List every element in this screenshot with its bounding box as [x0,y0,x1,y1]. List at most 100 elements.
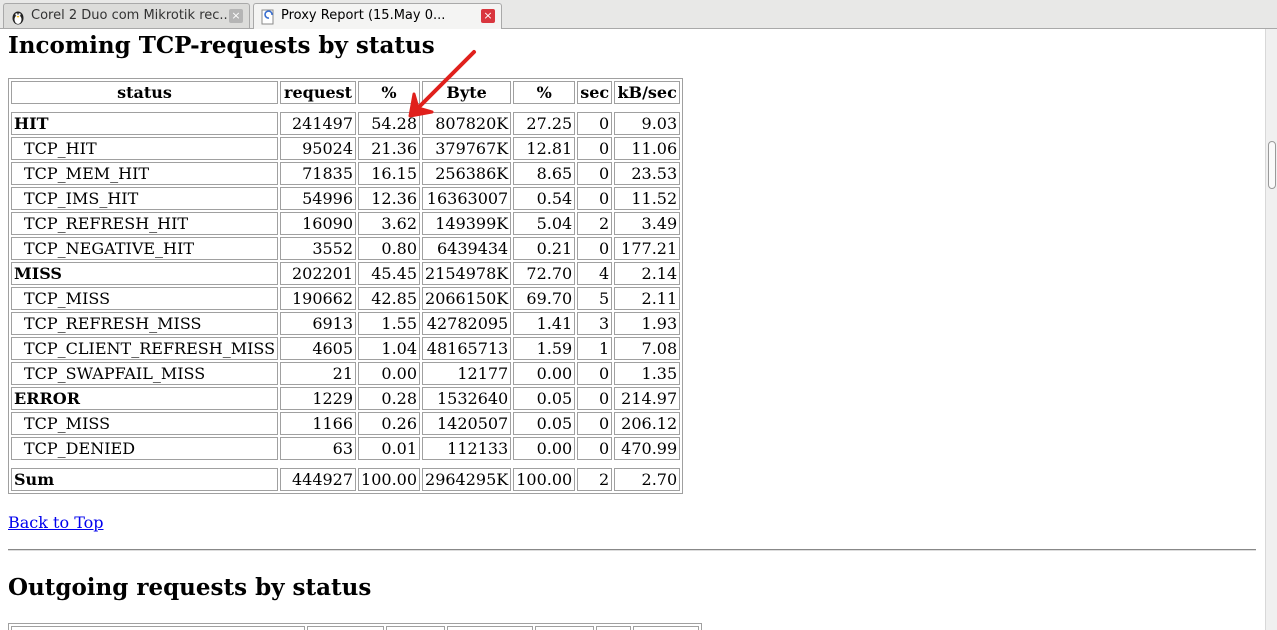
scrollbar-thumb[interactable] [1268,141,1276,189]
byte-pct-cell: 5.04 [513,212,576,235]
tab-label: Proxy Report (15.May 0... [281,8,446,23]
byte-pct-cell: 0.05 [513,387,576,410]
kbsec-cell: 1.93 [614,312,681,335]
byte-cell: 379767K [422,137,512,160]
request-pct-cell: 54.28 [358,112,421,135]
col-header-byte-pct: % [513,81,576,104]
sec-cell: 0 [577,387,613,410]
status-cell: TCP_REFRESH_HIT [11,212,279,235]
sum-sec-cell: 2 [577,468,613,491]
request-pct-cell: 0.01 [358,437,421,460]
request-cell: 95024 [280,137,357,160]
section-title-outgoing: Outgoing requests by status [8,574,372,601]
byte-pct-cell: 12.81 [513,137,576,160]
request-cell: 3552 [280,237,357,260]
kbsec-cell: 214.97 [614,387,681,410]
status-cell: TCP_NEGATIVE_HIT [11,237,279,260]
byte-cell: 807820K [422,112,512,135]
table-row: TCP_HIT 95024 21.36 379767K 12.81 0 11.06 [11,137,681,160]
byte-cell: 42782095 [422,312,512,335]
table-group-row: ERROR 1229 0.28 1532640 0.05 0 214.97 [11,387,681,410]
spacer-row [11,462,680,466]
byte-pct-cell: 27.25 [513,112,576,135]
byte-pct-cell: 0.54 [513,187,576,210]
request-cell: 71835 [280,162,357,185]
byte-cell: 149399K [422,212,512,235]
request-pct-cell: 16.15 [358,162,421,185]
byte-pct-cell: 72.70 [513,262,576,285]
status-cell: TCP_MEM_HIT [11,162,279,185]
section-divider [8,549,1256,551]
sum-request-pct-cell: 100.00 [358,468,421,491]
table-row: TCP_REFRESH_HIT 16090 3.62 149399K 5.04 2 3.49 [11,212,681,235]
request-pct-cell: 42.85 [358,287,421,310]
status-cell: TCP_MISS [11,287,279,310]
close-tab-icon[interactable]: × [481,9,495,23]
request-pct-cell: 0.26 [358,412,421,435]
status-cell: TCP_MISS [11,412,279,435]
status-cell: TCP_CLIENT_REFRESH_MISS [11,337,279,360]
request-cell: 21 [280,362,357,385]
request-pct-cell: 0.00 [358,362,421,385]
sec-cell: 3 [577,312,613,335]
request-cell: 202201 [280,262,357,285]
sec-cell: 0 [577,237,613,260]
col-header-request-pct: % [358,81,421,104]
byte-pct-cell: 0.21 [513,237,576,260]
request-cell: 1166 [280,412,357,435]
table-row: TCP_NEGATIVE_HIT 3552 0.80 6439434 0.21 0 177.… [11,237,681,260]
close-tab-icon[interactable]: × [229,9,243,23]
request-cell: 241497 [280,112,357,135]
byte-cell: 1420507 [422,412,512,435]
vertical-scrollbar[interactable] [1265,29,1277,630]
kbsec-cell: 23.53 [614,162,681,185]
browser-tab-bar: Corel 2 Duo com Mikrotik rec... × Proxy … [0,0,1277,29]
table-row: TCP_MISS 1166 0.26 1420507 0.05 0 206.12 [11,412,681,435]
byte-cell: 48165713 [422,337,512,360]
byte-pct-cell: 0.00 [513,362,576,385]
byte-cell: 256386K [422,162,512,185]
byte-cell: 1532640 [422,387,512,410]
request-cell: 6913 [280,312,357,335]
kbsec-cell: 3.49 [614,212,681,235]
table-row: TCP_DENIED 63 0.01 112133 0.00 0 470.99 [11,437,681,460]
status-cell: TCP_SWAPFAIL_MISS [11,362,279,385]
kbsec-cell: 7.08 [614,337,681,360]
kbsec-cell: 11.52 [614,187,681,210]
table-header-row: status request % Byte % sec kB/sec [11,81,681,104]
table-row: TCP_CLIENT_REFRESH_MISS 4605 1.04 48165713 1… [11,337,681,360]
sec-cell: 0 [577,412,613,435]
spacer-row [11,106,680,110]
page-content: Incoming TCP-requests by status status r… [0,29,1265,630]
tab-proxy-report[interactable]: Proxy Report (15.May 0... × [253,3,502,29]
request-pct-cell: 0.28 [358,387,421,410]
sec-cell: 2 [577,212,613,235]
sum-byte-pct-cell: 100.00 [513,468,576,491]
table-row: TCP_MEM_HIT 71835 16.15 256386K 8.65 0 23.53 [11,162,681,185]
kbsec-cell: 206.12 [614,412,681,435]
col-header-request: request [280,81,357,104]
col-header-kbsec: kB/sec [614,81,681,104]
back-to-top-link[interactable]: Back to Top [8,513,104,532]
sum-row: Sum 444927 100.00 2964295K 100.00 2 2.70 [11,468,681,491]
byte-pct-cell: 1.41 [513,312,576,335]
col-header-status: status [11,81,279,104]
sec-cell: 1 [577,337,613,360]
tab-label: Corel 2 Duo com Mikrotik rec... [31,8,232,23]
table-row: TCP_MISS 190662 42.85 2066150K 69.70 5 2.11 [11,287,681,310]
col-header-byte: Byte [422,81,512,104]
status-cell: TCP_HIT [11,137,279,160]
request-pct-cell: 45.45 [358,262,421,285]
request-pct-cell: 0.80 [358,237,421,260]
byte-pct-cell: 8.65 [513,162,576,185]
byte-pct-cell: 0.00 [513,437,576,460]
byte-pct-cell: 0.05 [513,412,576,435]
sum-status-cell: Sum [11,468,279,491]
sec-cell: 0 [577,362,613,385]
table-row: TCP_SWAPFAIL_MISS 21 0.00 12177 0.00 0 1.35 [11,362,681,385]
request-cell: 54996 [280,187,357,210]
status-cell: MISS [11,262,279,285]
page-loading-icon [261,9,274,25]
tab-corel-2-duo[interactable]: Corel 2 Duo com Mikrotik rec... × [3,3,250,28]
request-pct-cell: 21.36 [358,137,421,160]
